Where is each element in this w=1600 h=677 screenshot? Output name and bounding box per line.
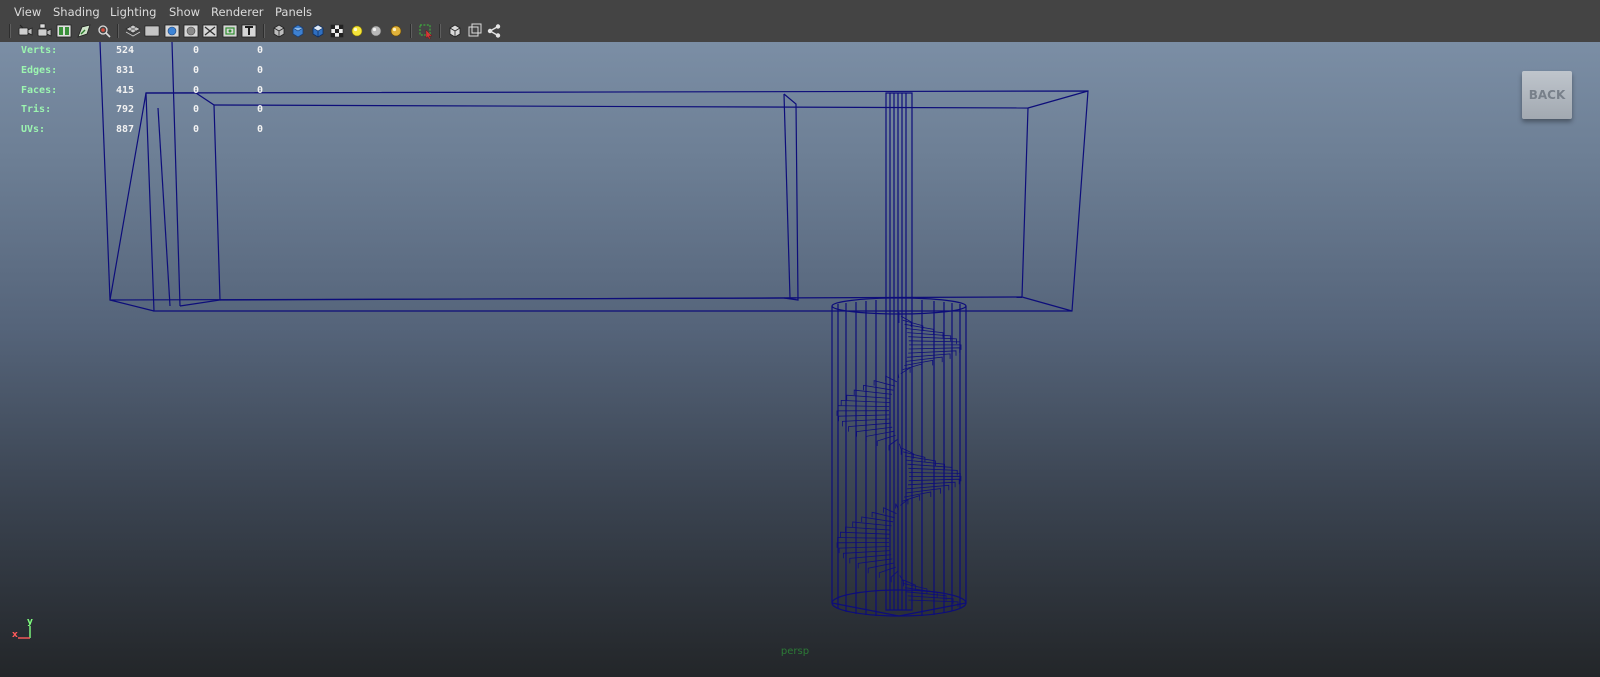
hud-label: Tris: (21, 104, 52, 115)
stair-step (902, 495, 921, 502)
hud-value: 887 (115, 124, 134, 135)
stair-cylinder-wireframe (831, 297, 967, 617)
menu-panels[interactable]: Panels (275, 5, 312, 19)
hud-value: 0 (256, 45, 263, 56)
smooth-shade-icon[interactable] (290, 23, 306, 39)
checker-icon[interactable] (329, 23, 345, 39)
axis-y-label: y (27, 617, 33, 627)
toolbar-separator (117, 24, 119, 38)
camera-attributes-icon[interactable] (56, 23, 72, 39)
axis-x-label: x (12, 630, 18, 640)
hud-row-faces: Faces: 415 0 0 (0, 85, 300, 99)
hud-value: 0 (192, 85, 199, 96)
hud-value: 524 (115, 45, 134, 56)
axis-indicator: y x (10, 617, 40, 645)
all-lights-icon[interactable] (368, 23, 384, 39)
corridor-box-wireframe (99, 42, 1089, 312)
menu-view[interactable]: View (14, 5, 41, 19)
node-editor-icon[interactable] (486, 23, 502, 39)
safe-title-icon[interactable] (241, 23, 257, 39)
toolbar-separator (263, 24, 265, 38)
hud-value: 0 (256, 85, 263, 96)
hud-value: 0 (192, 65, 199, 76)
default-light-icon[interactable] (349, 23, 365, 39)
menu-lighting[interactable]: Lighting (110, 5, 156, 19)
stair-step (908, 336, 957, 344)
toolbar-separator (410, 24, 412, 38)
menu-shading[interactable]: Shading (53, 5, 100, 19)
resolution-gate-icon[interactable] (164, 23, 180, 39)
stair-step (885, 375, 898, 383)
wireframe-icon[interactable] (271, 23, 287, 39)
toolbar-separator (9, 24, 11, 38)
perspective-viewport[interactable]: Verts: 524 0 0 Edges: 831 0 0 Faces: 415… (0, 42, 1600, 677)
hud-value: 0 (256, 124, 263, 135)
hud-value: 0 (256, 65, 263, 76)
xray-icon[interactable] (447, 23, 463, 39)
field-chart-icon[interactable] (202, 23, 218, 39)
hud-label: Verts: (21, 45, 58, 56)
hud-label: UVs: (21, 124, 46, 135)
film-gate-icon[interactable] (144, 23, 160, 39)
image-plane-icon[interactable] (96, 23, 112, 39)
stair-step (846, 394, 891, 401)
hud-row-tris: Tris: 792 0 0 (0, 104, 300, 118)
hud-row-uvs: UVs: 887 0 0 (0, 124, 300, 138)
hud-label: Faces: (21, 85, 58, 96)
hud-label: Edges: (21, 65, 58, 76)
hud-value: 415 (115, 85, 134, 96)
hud-value: 0 (192, 124, 199, 135)
isolate-select-icon[interactable] (418, 23, 434, 39)
gate-mask-icon[interactable] (183, 23, 199, 39)
stair-step (906, 484, 950, 491)
central-pole-wireframe (885, 92, 913, 611)
hud-row-edges: Edges: 831 0 0 (0, 65, 300, 79)
maya-viewport-window: View Shading Lighting Show Renderer Pane… (0, 0, 1600, 677)
stair-step (845, 526, 891, 532)
stair-step (908, 467, 958, 476)
stair-step (840, 531, 890, 538)
xray-joints-icon[interactable] (467, 23, 483, 39)
stair-step (899, 443, 902, 455)
bookmark-icon[interactable] (76, 23, 92, 39)
lock-camera-icon[interactable] (37, 23, 53, 39)
stair-step (878, 566, 896, 578)
hud-value: 0 (192, 104, 199, 115)
panel-menu-bar: View Shading Lighting Show Renderer Pane… (0, 0, 1600, 21)
stair-step (837, 537, 890, 543)
shadows-icon[interactable] (388, 23, 404, 39)
grid-icon[interactable] (125, 23, 141, 39)
stair-step (863, 384, 894, 391)
view-cube-back-face[interactable]: BACK (1522, 71, 1572, 119)
flat-shade-icon[interactable] (310, 23, 326, 39)
menu-renderer[interactable]: Renderer (211, 5, 264, 19)
hud-value: 831 (115, 65, 134, 76)
hud-value: 0 (256, 104, 263, 115)
safe-action-icon[interactable] (222, 23, 238, 39)
stair-step (905, 488, 941, 494)
hud-value: 0 (192, 45, 199, 56)
toolbar-separator (439, 24, 441, 38)
menu-show[interactable]: Show (169, 5, 200, 19)
select-camera-icon[interactable] (17, 23, 33, 39)
camera-name-label: persp (780, 646, 810, 657)
panel-toolbar (0, 21, 1600, 43)
stair-step (873, 380, 896, 387)
hud-value: 792 (115, 104, 134, 115)
hud-row-verts: Verts: 524 0 0 (0, 45, 300, 59)
